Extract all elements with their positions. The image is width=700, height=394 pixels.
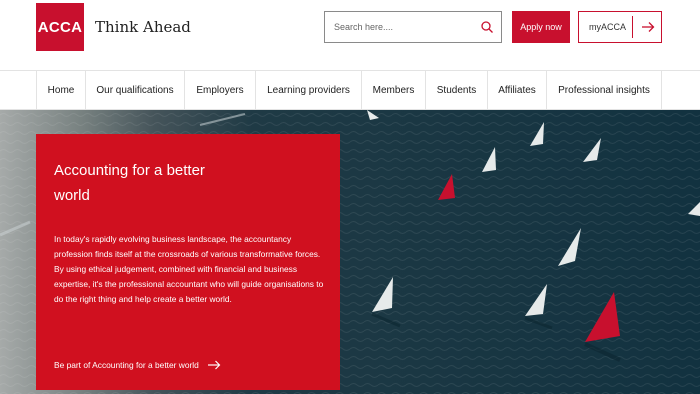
main-nav: Home Our qualifications Employers Learni… [0,70,700,110]
nav-item-affiliates[interactable]: Affiliates [487,71,546,110]
promo-body: In today's rapidly evolving business lan… [54,234,324,304]
nav-item-professional-insights[interactable]: Professional insights [546,71,662,110]
myacca-label: myACCA [589,22,627,32]
promo-card: Accounting for a better world In today's… [36,134,340,390]
arrow-right-icon [207,360,221,370]
arrow-right-icon [642,22,655,32]
nav-item-employers[interactable]: Employers [184,71,255,110]
site-header: ACCA Think Ahead Apply now myACCA [0,0,700,70]
search-icon[interactable] [480,20,494,34]
search-input[interactable] [334,22,474,32]
myacca-button[interactable]: myACCA [578,11,662,43]
nav-item-learning-providers[interactable]: Learning providers [255,71,361,110]
divider [632,16,633,38]
nav-item-our-qualifications[interactable]: Our qualifications [85,71,184,110]
promo-link[interactable]: Be part of Accounting for a better world [54,358,221,372]
nav-item-students[interactable]: Students [425,71,487,110]
nav-item-members[interactable]: Members [361,71,425,110]
promo-title: Accounting for a better world [54,162,205,204]
tagline: Think Ahead [95,18,191,36]
apply-now-button[interactable]: Apply now [512,11,570,43]
acca-logo[interactable]: ACCA [36,3,84,51]
logo-text: ACCA [37,18,83,36]
nav-item-home[interactable]: Home [36,71,85,110]
promo-link-label: Be part of Accounting for a better world [54,360,199,370]
search-box[interactable] [324,11,502,43]
